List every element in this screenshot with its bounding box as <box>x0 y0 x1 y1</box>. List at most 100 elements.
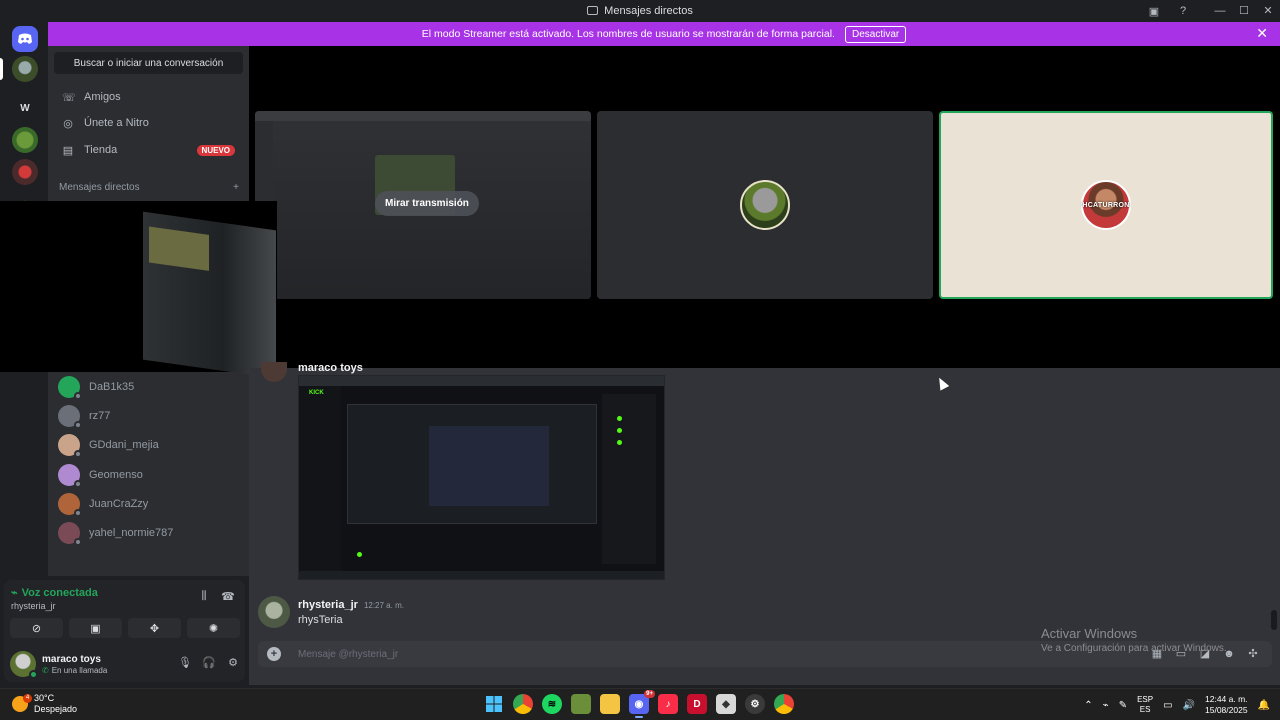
chrome-profile-icon[interactable] <box>774 694 794 714</box>
davinci-icon[interactable]: D <box>687 694 707 714</box>
chrome-icon[interactable] <box>513 694 533 714</box>
avatar-caption: HCATURRON <box>1082 202 1130 209</box>
banner-close-icon[interactable]: ✕ <box>1256 25 1268 42</box>
discord-taskbar-icon[interactable]: ◉ 9+ <box>629 690 655 718</box>
voice-status: ⌁ Voz conectada <box>11 586 98 600</box>
screen-share-icon[interactable]: ▣ <box>1146 3 1162 19</box>
camera-off-button[interactable]: ⊘ <box>10 618 63 638</box>
voice-actions: ⊘ ▣ ✥ ✺ <box>10 618 240 638</box>
settings-gear-icon[interactable]: ⚙ <box>226 656 240 670</box>
activate-line2: Ve a Configuración para activar Windows. <box>1041 643 1227 654</box>
language-indicator[interactable]: ESP ES <box>1137 695 1153 715</box>
new-badge: NUEVO <box>196 144 235 156</box>
volume-icon[interactable]: 🔊 <box>1183 700 1195 711</box>
soundboard-button[interactable]: ✺ <box>187 618 240 638</box>
pen-icon[interactable]: ✎ <box>1119 700 1127 711</box>
participant-tile[interactable] <box>597 111 933 299</box>
nav-shop[interactable]: ▤ Tienda NUEVO <box>56 138 243 162</box>
server-w[interactable]: W <box>12 95 38 121</box>
self-stream-preview[interactable] <box>0 201 277 379</box>
help-icon[interactable]: ? <box>1175 3 1191 19</box>
dm-item[interactable]: DaB1k35 <box>58 373 243 401</box>
activities-button[interactable]: ✥ <box>128 618 181 638</box>
discord-glyph: ◉ <box>634 698 644 710</box>
avatar <box>58 522 82 546</box>
system-tray: ⌃ ⌁ ✎ ESP ES ▭ 🔊 12:44 a. m. 15/08/2025 … <box>1084 694 1270 716</box>
avatar[interactable] <box>10 651 38 679</box>
discord-logo-icon <box>18 33 32 44</box>
dm-name: Geomenso <box>89 469 143 481</box>
chat-area: maraco toys KICK <box>249 362 1280 585</box>
message-author-partial: maraco toys <box>298 362 363 374</box>
dm-item[interactable]: yahel_normie787 <box>58 519 243 547</box>
dm-name: yahel_normie787 <box>89 527 174 539</box>
voice-channel[interactable]: rhysteria_jr <box>11 601 56 611</box>
message-time: 12:27 a. m. <box>363 601 404 610</box>
disconnect-icon[interactable]: ☎ <box>220 590 236 604</box>
minecraft-icon[interactable] <box>571 694 591 714</box>
window-title: Mensajes directos <box>587 5 693 17</box>
roblox-icon[interactable]: ◆ <box>716 694 736 714</box>
network-icon[interactable]: ⌁ <box>1103 700 1109 711</box>
message-input[interactable]: Mensaje @rhysteria_jr <box>298 649 398 660</box>
message-author[interactable]: rhysteria_jr <box>298 599 358 611</box>
dm-item[interactable]: Geomenso <box>58 461 243 489</box>
weather-badge: 4 <box>23 694 32 703</box>
user-status-label: En una llamada <box>51 666 108 675</box>
nav-friends[interactable]: ☏ Amigos <box>56 85 243 109</box>
dm-item[interactable]: GDdani_mejia <box>58 431 243 459</box>
add-dm-icon[interactable]: + <box>233 182 239 193</box>
display-icon[interactable]: ▭ <box>1163 700 1172 711</box>
avatar <box>58 464 82 488</box>
music-icon[interactable]: ♪ <box>658 694 678 714</box>
steam-icon[interactable]: ⚙ <box>745 694 765 714</box>
activate-windows-watermark: Activar Windows Ve a Configuración para … <box>1041 626 1227 654</box>
participant-avatar <box>740 180 790 230</box>
server-avatar-1[interactable] <box>12 56 38 82</box>
voice-status-label: Voz conectada <box>21 586 98 599</box>
user-panel: maraco toys ✆ En una llamada 🎙 🎧 ⚙ <box>10 649 240 679</box>
server-avatar-3[interactable] <box>12 159 38 185</box>
notification-bell-icon[interactable]: 🔔 <box>1258 700 1270 711</box>
noise-suppression-icon[interactable]: ⫼ <box>196 590 212 604</box>
title-bar: Mensajes directos ▣ ? — ☐ ✕ <box>0 0 1280 21</box>
nitro-icon: ◎ <box>63 117 73 130</box>
selected-server-pill <box>0 58 3 80</box>
user-status: ✆ En una llamada <box>42 666 107 675</box>
microphone-icon[interactable]: 🎙 <box>178 656 192 670</box>
stream-tile[interactable]: Mirar transmisión <box>255 111 591 299</box>
weather-widget[interactable]: 4 30°C Despejado <box>12 693 77 715</box>
phone-icon: ✆ <box>42 666 49 675</box>
discord-home-button[interactable] <box>12 26 38 52</box>
dm-item[interactable]: rz77 <box>58 402 243 430</box>
nav-shop-label: Tienda <box>84 144 118 156</box>
chat-scrollbar[interactable] <box>1271 610 1277 630</box>
close-window-button[interactable]: ✕ <box>1256 4 1280 17</box>
server-avatar-2[interactable] <box>12 127 38 153</box>
headphones-icon[interactable]: 🎧 <box>202 656 216 670</box>
clock[interactable]: 12:44 a. m. 15/08/2025 <box>1205 694 1248 716</box>
avatar <box>58 493 82 517</box>
windows-taskbar: 4 30°C Despejado ≋ ◉ 9+ ♪ D ◆ ⚙ ⌃ ⌁ ✎ ES… <box>0 688 1280 720</box>
dm-item[interactable]: JuanCraZzy <box>58 490 243 518</box>
search-conversation-button[interactable]: Buscar o iniciar una conversación <box>54 52 243 74</box>
attach-plus-icon[interactable]: + <box>267 647 281 661</box>
activate-line1: Activar Windows <box>1041 626 1138 641</box>
kick-logo-icon: KICK <box>309 390 324 396</box>
avatar <box>261 362 287 382</box>
show-hidden-icons-chevron-icon[interactable]: ⌃ <box>1084 700 1092 711</box>
watch-stream-button[interactable]: Mirar transmisión <box>375 191 479 216</box>
windows-start-icon[interactable] <box>484 694 504 714</box>
minimize-button[interactable]: — <box>1208 5 1232 17</box>
deactivate-streamer-button[interactable]: Desactivar <box>844 25 907 43</box>
shop-icon: ▤ <box>62 144 74 157</box>
file-explorer-icon[interactable] <box>600 694 620 714</box>
participant-tile-speaking[interactable]: HCATURRON <box>939 111 1273 299</box>
clock-time: 12:44 a. m. <box>1205 694 1248 704</box>
spotify-icon[interactable]: ≋ <box>542 694 562 714</box>
message-image-attachment[interactable]: KICK <box>298 375 665 580</box>
share-screen-button[interactable]: ▣ <box>69 618 122 638</box>
nav-nitro[interactable]: ◎ Únete a Nitro <box>56 111 243 135</box>
apps-icon[interactable]: ✣ <box>1246 647 1260 661</box>
maximize-button[interactable]: ☐ <box>1232 4 1256 17</box>
